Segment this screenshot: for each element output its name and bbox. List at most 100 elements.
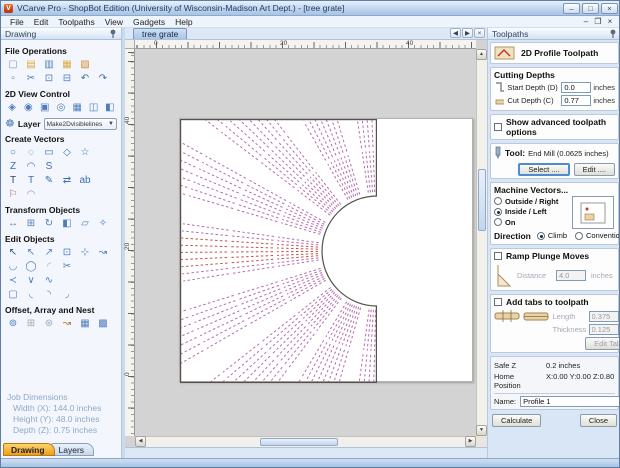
mdi-close-button[interactable]: × <box>605 17 615 27</box>
zoom-extents-icon[interactable]: ▦ <box>70 101 84 114</box>
draw-arc-icon[interactable]: ◠ <box>23 160 39 173</box>
shear-icon[interactable]: ▱ <box>77 217 93 230</box>
zoom-selected-icon[interactable]: ◎ <box>54 101 68 114</box>
ramp-plunge-checkbox[interactable] <box>494 251 502 260</box>
measure-icon[interactable]: ⊹ <box>77 246 93 259</box>
menu-file[interactable]: File <box>5 17 29 27</box>
switch-3d-view-icon[interactable]: ◧ <box>103 101 117 114</box>
save-file-icon[interactable]: ▥ <box>41 58 57 71</box>
move-selection-icon[interactable]: ↔ <box>5 217 21 230</box>
draw-curve-icon[interactable]: S <box>41 160 57 173</box>
fillet-icon[interactable]: ▢ <box>5 288 21 301</box>
dimension-icon[interactable]: ◠ <box>23 188 39 201</box>
text-edit-icon[interactable]: ✎ <box>41 174 57 187</box>
curve-fit-icon[interactable]: ↝ <box>95 246 111 259</box>
node-edit-icon[interactable]: ↖ <box>23 246 39 259</box>
set-size-icon[interactable]: ⊞ <box>23 217 39 230</box>
vertical-scrollbar[interactable]: ▲ ▼ <box>476 49 487 436</box>
layer-select[interactable]: Make2Dvisiblelines ▼ <box>43 118 117 130</box>
tab-length-input[interactable] <box>588 310 619 322</box>
add-tabs-checkbox[interactable] <box>494 297 502 306</box>
radio-inside-left[interactable]: Inside / Left <box>494 207 570 216</box>
mdi-restore-button[interactable]: ❐ <box>593 17 603 27</box>
tile-windows-icon[interactable]: ◫ <box>86 101 100 114</box>
align-objects-icon[interactable]: ✧ <box>95 217 111 230</box>
menu-help[interactable]: Help <box>170 17 197 27</box>
draw-ellipse-icon[interactable]: ◌ <box>23 146 39 159</box>
vertical-scroll-thumb[interactable] <box>478 169 486 231</box>
material-sheet[interactable] <box>179 118 473 383</box>
prev-tab-button[interactable]: ◀ <box>450 28 461 38</box>
scissors-icon[interactable]: ✂ <box>59 260 75 273</box>
copy-along-vector-icon[interactable]: ↝ <box>59 317 75 330</box>
menu-toolpaths[interactable]: Toolpaths <box>53 17 99 27</box>
pan-view-icon[interactable]: ◈ <box>5 101 19 114</box>
undo-icon[interactable]: ↶ <box>77 72 93 85</box>
start-depth-input[interactable] <box>561 82 592 93</box>
draw-rectangle-icon[interactable]: ▭ <box>41 146 57 159</box>
drawing-viewport[interactable] <box>135 49 476 436</box>
cut-icon[interactable]: ✂ <box>23 72 39 85</box>
advanced-options-checkbox[interactable] <box>494 123 502 131</box>
cut-depth-input[interactable] <box>561 95 592 106</box>
grid-array-icon[interactable]: ▦ <box>77 317 93 330</box>
close-vector-icon[interactable]: ∨ <box>23 274 39 287</box>
close-tab-button[interactable]: × <box>474 28 485 38</box>
document-tab-tree-grate[interactable]: tree grate <box>133 28 188 39</box>
extend-icon[interactable]: ◝ <box>41 288 57 301</box>
rotate-icon[interactable]: ↻ <box>41 217 57 230</box>
bracket-fillet-icon[interactable]: ◞ <box>59 288 75 301</box>
next-tab-button[interactable]: ▶ <box>462 28 473 38</box>
scroll-left-arrow[interactable]: ◀ <box>135 436 146 447</box>
pin-icon[interactable] <box>609 29 617 39</box>
circular-array-icon[interactable]: ⊛ <box>41 317 57 330</box>
radio-on[interactable]: On <box>494 218 570 227</box>
tool-edit-button[interactable]: Edit .... <box>573 163 615 176</box>
select-all-icon[interactable]: ▫ <box>5 72 21 85</box>
chamfer-icon[interactable]: ◟ <box>23 288 39 301</box>
pin-icon[interactable] <box>109 29 117 39</box>
copy-icon[interactable]: ⊡ <box>41 72 57 85</box>
open-file-icon[interactable]: ▤ <box>23 58 39 71</box>
horizontal-scroll-thumb[interactable] <box>260 438 338 446</box>
scroll-right-arrow[interactable]: ▶ <box>465 436 476 447</box>
trim-vectors-icon[interactable]: ◜ <box>41 260 57 273</box>
text-box-icon[interactable]: T <box>23 174 39 187</box>
join-open-vectors-icon[interactable]: ≺ <box>5 274 21 287</box>
draw-star-icon[interactable]: ☆ <box>77 146 93 159</box>
draw-circle-icon[interactable]: ○ <box>5 146 21 159</box>
toolpath-name-input[interactable] <box>520 395 619 407</box>
offset-vectors-icon[interactable]: ⊚ <box>5 317 21 330</box>
convert-text-icon[interactable]: ab <box>77 174 93 187</box>
mdi-minimize-button[interactable]: – <box>581 17 591 27</box>
fit-curves-icon[interactable]: ∿ <box>41 274 57 287</box>
export-vectors-icon[interactable]: ▧ <box>77 58 93 71</box>
close-button[interactable]: × <box>601 2 618 14</box>
ramp-distance-input[interactable] <box>556 270 586 281</box>
import-vectors-icon[interactable]: ▦ <box>59 58 75 71</box>
weld-vectors-icon[interactable]: ◡ <box>5 260 21 273</box>
close-button[interactable]: Close <box>579 413 617 427</box>
radio-climb[interactable]: Climb <box>536 231 567 240</box>
subtract-vectors-icon[interactable]: ◯ <box>23 260 39 273</box>
panel-tab-drawing[interactable]: Drawing <box>3 443 55 456</box>
radio-conventional[interactable]: Conventional <box>575 231 619 240</box>
scroll-down-arrow[interactable]: ▼ <box>476 425 487 436</box>
maximize-button[interactable]: □ <box>582 2 599 14</box>
tab-thickness-input[interactable] <box>588 323 619 335</box>
draw-text-icon[interactable]: T <box>5 174 21 187</box>
edit-tabs-button[interactable]: Edit Tabs ... <box>585 336 619 350</box>
scroll-up-arrow[interactable]: ▲ <box>476 49 487 60</box>
text-spacing-icon[interactable]: ⇄ <box>59 174 75 187</box>
menu-gadgets[interactable]: Gadgets <box>128 17 170 27</box>
align-icon[interactable]: ⊡ <box>59 246 75 259</box>
select-cursor-icon[interactable]: ↖ <box>5 246 21 259</box>
layer-gear-icon[interactable]: ☸ <box>5 118 15 130</box>
draw-polyline-icon[interactable]: Z <box>5 160 21 173</box>
tool-select-button[interactable]: Select .... <box>518 163 570 176</box>
nest-parts-icon[interactable]: ▩ <box>95 317 111 330</box>
minimize-button[interactable]: – <box>563 2 580 14</box>
text-on-curve-icon[interactable]: ⚐ <box>5 188 21 201</box>
redo-icon[interactable]: ↷ <box>95 72 111 85</box>
zoom-interactive-icon[interactable]: ◉ <box>21 101 35 114</box>
